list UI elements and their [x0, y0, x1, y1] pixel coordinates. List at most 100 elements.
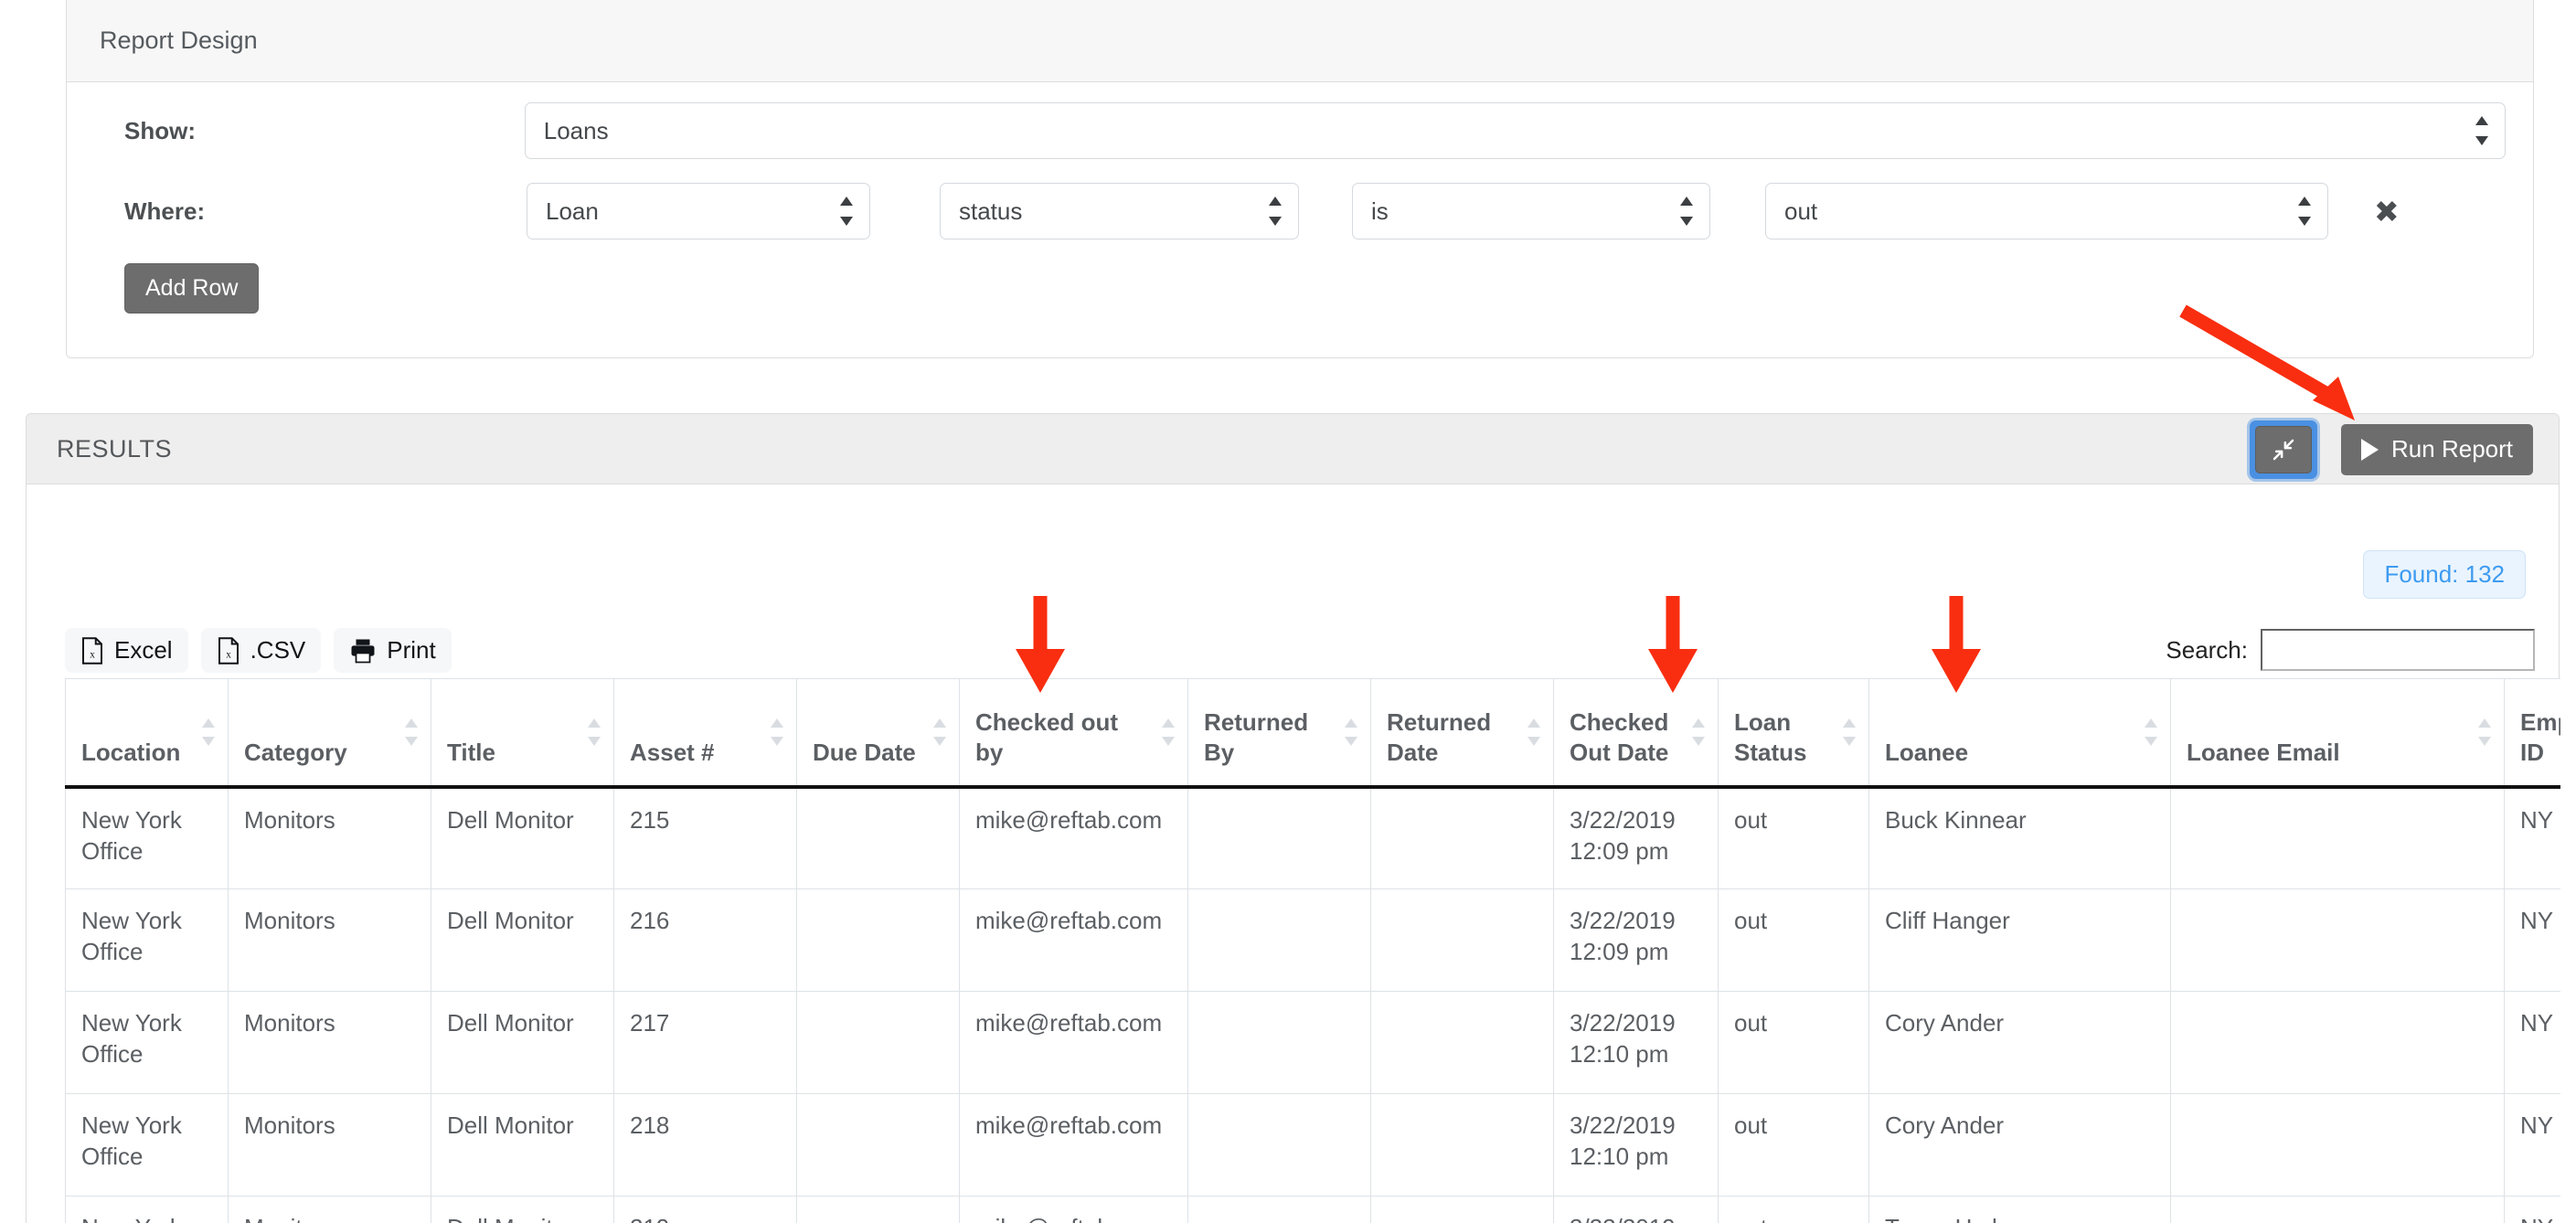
play-icon: [2361, 438, 2379, 461]
column-header-checked-out-date[interactable]: Checked Out Date: [1553, 678, 1719, 789]
table-cell-returned-by: [1187, 888, 1371, 992]
column-header-title[interactable]: Title: [431, 678, 614, 789]
excel-file-icon: x: [82, 636, 102, 665]
column-header-loanee-email[interactable]: Loanee Email: [2170, 678, 2505, 789]
column-header-due-date[interactable]: Due Date: [796, 678, 960, 789]
table-cell-location: New York Office: [65, 786, 229, 889]
table-cell-returned-date: [1370, 1196, 1554, 1223]
where-label: Where:: [124, 197, 206, 225]
column-header-returned-by[interactable]: Returned By: [1187, 678, 1371, 789]
search-label: Search:: [2166, 635, 2248, 664]
where-entity-value: Loan: [546, 197, 599, 225]
table-cell-returned-date: [1370, 786, 1554, 889]
column-header-label: Loan Status: [1734, 707, 1807, 767]
table-cell-returned-date: [1370, 991, 1554, 1094]
table-row[interactable]: New York Office Monitors Dell Monitor 218 mi…: [65, 1093, 2560, 1196]
sort-arrows-icon: [1528, 718, 1540, 746]
table-cell-loan-status: out: [1718, 1196, 1869, 1223]
results-table-scroll[interactable]: Location Category Title Asset # Due Date Chec…: [65, 678, 2560, 1223]
table-cell-location: New York Office: [65, 991, 229, 1094]
svg-text:x: x: [90, 649, 95, 660]
table-cell-emp-id: NY: [2504, 888, 2560, 992]
chevron-updown-icon: [2298, 197, 2311, 226]
where-field-select[interactable]: status: [940, 183, 1299, 239]
table-cell-checked-out-date: 3/22/2019 12:10 pm: [1553, 1093, 1719, 1196]
column-header-returned-date[interactable]: Returned Date: [1370, 678, 1554, 789]
where-value-select[interactable]: out: [1765, 183, 2328, 239]
column-header-asset[interactable]: Asset #: [613, 678, 797, 789]
sort-arrows-icon: [1692, 718, 1705, 746]
sort-arrows-icon: [1162, 718, 1175, 746]
table-cell-checked-out-by: mike@reftab.com: [959, 1196, 1188, 1223]
table-cell-due-date: [796, 888, 960, 992]
report-design-body: Show: Loans Where: Loan status is out ✖ …: [67, 82, 2533, 314]
table-cell-returned-by: [1187, 991, 1371, 1094]
where-operator-select[interactable]: is: [1352, 183, 1710, 239]
column-header-loanee[interactable]: Loanee: [1868, 678, 2171, 789]
add-row-button[interactable]: Add Row: [124, 263, 260, 314]
table-cell-loan-status: out: [1718, 888, 1869, 992]
column-header-label: Returned By: [1204, 707, 1309, 767]
table-cell-checked-out-by: mike@reftab.com: [959, 786, 1188, 889]
export-toolbar: x Excel x .CSV Print: [65, 628, 452, 673]
table-cell-asset: 217: [613, 991, 797, 1094]
shrink-results-button[interactable]: [2255, 425, 2313, 473]
sort-arrows-icon: [933, 718, 946, 746]
where-entity-select[interactable]: Loan: [527, 183, 870, 239]
table-cell-location: New York Office: [65, 888, 229, 992]
column-header-category[interactable]: Category: [228, 678, 431, 789]
results-table-head: Location Category Title Asset # Due Date Chec…: [65, 678, 2560, 789]
sort-arrows-icon: [588, 718, 601, 746]
remove-row-icon[interactable]: ✖: [2374, 197, 2400, 227]
column-header-loan-status[interactable]: Loan Status: [1718, 678, 1869, 789]
table-cell-loan-status: out: [1718, 991, 1869, 1094]
run-report-label: Run Report: [2391, 435, 2513, 463]
table-cell-category: Monitors: [228, 786, 431, 889]
show-select-value: Loans: [543, 116, 609, 144]
table-cell-checked-out-by: mike@reftab.com: [959, 888, 1188, 992]
results-header-actions: Run Report: [2250, 414, 2559, 484]
where-field-value: status: [959, 197, 1023, 225]
column-header-label: Loanee: [1885, 739, 1969, 767]
shrink-button-focus-ring: [2250, 420, 2318, 479]
column-header-emp-id[interactable]: Emp ID: [2504, 678, 2560, 789]
table-cell-checked-out-date: 3/22/2019 12:09 pm: [1553, 888, 1719, 992]
table-cell-returned-by: [1187, 786, 1371, 889]
report-design-title: Report Design: [100, 27, 258, 54]
table-cell-due-date: [796, 786, 960, 889]
column-header-label: Emp ID: [2520, 707, 2560, 767]
table-row[interactable]: New York Office Monitors Dell Monitor 217 mi…: [65, 991, 2560, 1094]
print-button[interactable]: Print: [334, 628, 452, 673]
column-header-label: Checked Out Date: [1570, 707, 1669, 767]
where-operator-value: is: [1371, 197, 1389, 225]
table-cell-loanee-email: [2170, 1093, 2505, 1196]
column-header-label: Location: [81, 739, 181, 767]
column-header-label: Due Date: [813, 739, 916, 767]
export-excel-button[interactable]: x Excel: [65, 628, 188, 673]
table-cell-title: Dell Monitor: [431, 1196, 614, 1223]
table-row[interactable]: New York OfficeMonitorsDell Monitor219 mi…: [65, 1196, 2560, 1223]
table-cell-asset: 219: [613, 1196, 797, 1223]
table-cell-location: New York Office: [65, 1093, 229, 1196]
table-cell-loanee: Cory Ander: [1868, 1093, 2171, 1196]
results-table: Location Category Title Asset # Due Date Chec…: [65, 678, 2560, 1223]
search-input[interactable]: [2261, 629, 2535, 671]
table-row[interactable]: New York Office Monitors Dell Monitor 215 mi…: [65, 786, 2560, 889]
table-cell-loanee-email: [2170, 991, 2505, 1094]
sort-arrows-icon: [202, 718, 215, 746]
found-count-badge: Found: 132: [2363, 550, 2526, 599]
table-row[interactable]: New York Office Monitors Dell Monitor 216 mi…: [65, 888, 2560, 992]
table-cell-emp-id: NY: [2504, 1093, 2560, 1196]
show-select[interactable]: Loans: [524, 102, 2506, 159]
table-cell-title: Dell Monitor: [431, 888, 614, 992]
column-header-location[interactable]: Location: [65, 678, 229, 789]
table-cell-checked-out-date: 3/22/2019 12:09 pm: [1553, 786, 1719, 889]
export-csv-button[interactable]: x .CSV: [200, 628, 322, 673]
sort-arrows-icon: [2478, 718, 2491, 746]
column-header-checked-out-by[interactable]: Checked out by: [959, 678, 1188, 789]
report-builder-page: Report Design Show: Loans Where: Loan st…: [0, 0, 2576, 1223]
run-report-button[interactable]: Run Report: [2341, 423, 2533, 475]
results-table-body: New York Office Monitors Dell Monitor 215 mi…: [65, 786, 2560, 1223]
table-cell-loan-status: out: [1718, 1093, 1869, 1196]
column-header-label: Loanee Email: [2187, 739, 2340, 767]
